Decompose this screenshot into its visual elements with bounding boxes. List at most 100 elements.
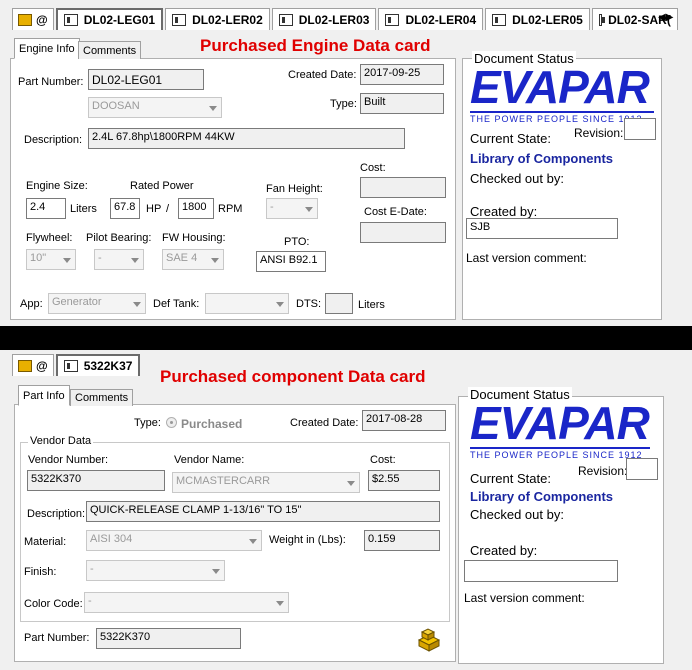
chevron-down-icon [276, 600, 284, 606]
tab-scroll-arrows[interactable]: ◀▶ [658, 12, 673, 23]
part-number-field[interactable]: 5322K370 [96, 628, 241, 649]
tab-label: Comments [83, 44, 137, 57]
created-date-field[interactable]: 2017-08-28 [362, 410, 446, 431]
created-by-label: Created by: [470, 204, 538, 219]
weight-field[interactable]: 0.159 [364, 530, 440, 551]
def-tank-dropdown[interactable] [205, 293, 289, 314]
tab-dl02-ler02[interactable]: DL02-LER02 [165, 8, 270, 30]
chevron-down-icon [347, 480, 355, 486]
current-state-value: Library of Components [470, 489, 614, 504]
type-value: Purchased [181, 417, 243, 431]
type-field[interactable]: Built [360, 93, 444, 114]
tab-label: DL02-LEG01 [83, 13, 156, 27]
hp-field[interactable]: 67.8 [110, 198, 140, 219]
tab-label: Part Info [23, 389, 65, 402]
current-state-label: Current State: [470, 131, 551, 146]
weight-label: Weight in (Lbs): [269, 534, 346, 546]
color-code-label: Color Code: [24, 598, 83, 610]
engine-size-label: Engine Size: [26, 180, 88, 192]
tab-label: 5322K37 [83, 359, 133, 373]
engine-size-field[interactable]: 2.4 [26, 198, 66, 219]
chevron-down-icon [212, 568, 220, 574]
company-logo: EVAPAR THE POWER PEOPLE SINCE 1912 [470, 64, 654, 124]
created-by-label: Created by: [470, 543, 538, 558]
tab-dl02-ler05[interactable]: DL02-LER05 [485, 8, 590, 30]
pto-field[interactable]: ANSI B92.1 [256, 251, 326, 272]
cost-field[interactable] [360, 177, 446, 198]
tab-comments[interactable]: Comments [70, 389, 134, 406]
vendor-name-dropdown[interactable]: MCMASTERCARR [172, 472, 360, 493]
vendor-name-value: MCMASTERCARR [176, 475, 271, 487]
pilot-bearing-value: - [98, 252, 102, 264]
tab-label: Comments [75, 392, 129, 404]
flywheel-dropdown[interactable]: 10" [26, 249, 76, 270]
tab-dl02-leg01[interactable]: DL02-LEG01 [55, 8, 164, 30]
revision-field[interactable] [626, 458, 658, 480]
tab-label: Engine Info [19, 42, 75, 55]
part-icon [416, 626, 442, 652]
tab-dl02-ler03[interactable]: DL02-LER03 [271, 8, 377, 30]
manufacturer-value: DOOSAN [92, 100, 140, 112]
pto-label: PTO: [284, 236, 310, 248]
assembly-icon [63, 14, 78, 26]
liters-unit: Liters [70, 203, 97, 215]
created-by-field[interactable] [464, 560, 618, 582]
logo-word: EVAPAR [470, 61, 650, 113]
description-field[interactable]: QUICK-RELEASE CLAMP 1-13/16" TO 15" [86, 501, 440, 522]
app-value: Generator [52, 296, 102, 308]
type-label: Type: [330, 98, 357, 110]
material-dropdown[interactable]: AISI 304 [86, 530, 262, 551]
last-comment-label: Last version comment: [464, 591, 585, 605]
assembly-icon [598, 13, 606, 26]
app-label: App: [20, 298, 43, 310]
description-field[interactable]: 2.4L 67.8hp\1800RPM 44KW [88, 128, 405, 149]
part-number-label: Part Number: [24, 632, 90, 644]
tab-label: @ [36, 12, 48, 27]
cost-edate-label: Cost E-Date: [364, 206, 427, 218]
tab-5322k37[interactable]: 5322K37 [55, 354, 141, 376]
vendor-number-label: Vendor Number: [28, 454, 109, 466]
type-label: Type: [134, 417, 161, 429]
tab-comments[interactable]: Comments [78, 41, 142, 59]
tab-label: DL02-LER02 [192, 12, 263, 27]
assembly-icon [63, 360, 78, 372]
pilot-bearing-dropdown[interactable]: - [94, 249, 144, 270]
cost-edate-field[interactable] [360, 222, 446, 243]
dts-field[interactable] [325, 293, 353, 314]
app-dropdown[interactable]: Generator [48, 293, 146, 314]
assembly-icon [385, 13, 400, 26]
revision-field[interactable] [624, 118, 656, 140]
part-number-field[interactable]: DL02-LEG01 [88, 69, 204, 90]
tab-part-info[interactable]: Part Info [18, 385, 70, 406]
purchased-radio[interactable] [166, 417, 177, 428]
def-tank-label: Def Tank: [153, 298, 200, 310]
cost-label: Cost: [370, 454, 396, 466]
last-comment-label: Last version comment: [466, 251, 587, 265]
pilot-bearing-label: Pilot Bearing: [86, 232, 152, 244]
fan-height-value: - [270, 201, 274, 213]
created-date-label: Created Date: [290, 417, 359, 429]
manufacturer-dropdown[interactable]: DOOSAN [88, 97, 222, 118]
current-state-label: Current State: [470, 471, 551, 486]
chevron-down-icon [305, 206, 313, 212]
tab-at[interactable]: @ [12, 8, 54, 30]
rpm-field[interactable]: 1800 [178, 198, 214, 219]
dts-label: DTS: [296, 298, 322, 310]
fw-housing-dropdown[interactable]: SAE 4 [162, 249, 224, 270]
fan-height-label: Fan Height: [266, 183, 323, 195]
tab-dl02-ler04[interactable]: DL02-LER04 [378, 8, 484, 30]
fan-height-dropdown[interactable]: - [266, 198, 318, 219]
finish-dropdown[interactable]: - [86, 560, 225, 581]
rated-power-label: Rated Power [130, 180, 194, 192]
tab-engine-info[interactable]: Engine Info [14, 38, 80, 59]
vendor-number-field[interactable]: 5322K370 [27, 470, 165, 491]
chevron-down-icon [209, 105, 217, 111]
tab-at[interactable]: @ [12, 354, 54, 376]
color-code-dropdown[interactable]: - [84, 592, 289, 613]
created-by-field[interactable]: SJB [466, 218, 618, 239]
cost-field[interactable]: $2.55 [368, 470, 440, 491]
chevron-down-icon [249, 538, 257, 544]
assembly-icon [492, 13, 507, 26]
component-tab-bar: @ 5322K37 [12, 354, 142, 376]
created-date-field[interactable]: 2017-09-25 [360, 64, 444, 85]
